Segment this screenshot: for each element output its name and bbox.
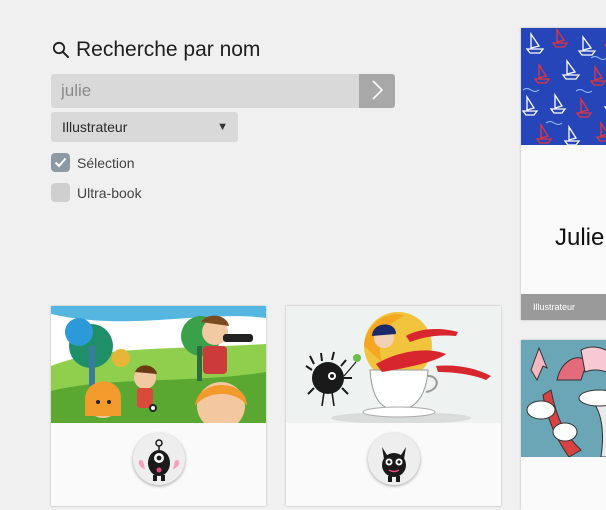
featured-role: Illustrateur xyxy=(521,294,606,320)
teacup-illustration-image xyxy=(286,306,501,423)
type-select-value: Illustrateur xyxy=(62,119,128,135)
avatar xyxy=(133,433,185,485)
featured-name: Julie xyxy=(555,224,605,251)
search-submit-button[interactable] xyxy=(359,74,395,108)
check-icon xyxy=(54,157,67,168)
mushroom-illustration-image xyxy=(521,340,606,457)
featured-profile-card[interactable]: Julie Illustrateur xyxy=(521,28,606,320)
search-input[interactable] xyxy=(51,74,359,108)
ultra-book-checkbox[interactable] xyxy=(51,183,70,202)
profile-card-1[interactable] xyxy=(51,306,266,506)
type-select[interactable]: Illustrateur ▼ xyxy=(51,112,238,142)
dropdown-arrow-icon: ▼ xyxy=(217,121,228,133)
featured-role-label: Illustrateur xyxy=(533,302,576,312)
avatar xyxy=(368,433,420,485)
search-icon xyxy=(52,41,70,59)
chevron-right-icon xyxy=(370,79,384,104)
profile-card-2[interactable] xyxy=(286,306,501,506)
search-heading: Recherche par nom xyxy=(52,38,260,62)
ultra-book-label: Ultra-book xyxy=(77,184,142,201)
selection-label: Sélection xyxy=(77,154,135,171)
search-title: Recherche par nom xyxy=(76,38,261,61)
kids-park-illustration-image xyxy=(51,306,266,423)
black-cat-avatar-icon xyxy=(368,433,420,485)
monster-avatar-icon xyxy=(133,433,185,485)
sailboat-pattern-image xyxy=(521,28,606,145)
profile-card-3[interactable] xyxy=(521,340,606,510)
search-bar xyxy=(51,74,395,108)
ultra-book-checkbox-row[interactable]: Ultra-book xyxy=(51,183,142,202)
selection-checkbox-row[interactable]: Sélection xyxy=(51,153,135,172)
selection-checkbox[interactable] xyxy=(51,153,70,172)
